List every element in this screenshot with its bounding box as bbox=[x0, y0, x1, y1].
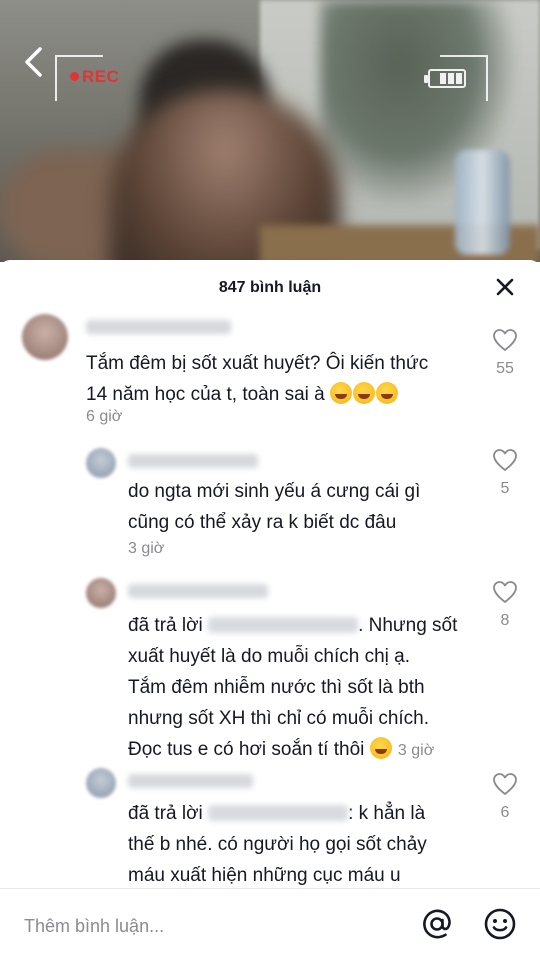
close-icon bbox=[496, 278, 514, 296]
laughing-emoji-icon bbox=[369, 737, 392, 759]
comments-count-title: 847 bình luận bbox=[218, 279, 322, 296]
mentioned-user-blurred[interactable] bbox=[208, 805, 349, 821]
avatar[interactable] bbox=[86, 448, 116, 478]
emoji-button[interactable] bbox=[483, 907, 517, 941]
rofl-emoji-icon bbox=[376, 382, 398, 404]
heart-icon bbox=[493, 449, 517, 471]
like-button[interactable]: 55 bbox=[490, 328, 520, 378]
chevron-left-icon bbox=[25, 47, 42, 77]
like-button[interactable]: 5 bbox=[490, 448, 520, 498]
smiley-icon bbox=[484, 908, 516, 940]
video-background: REC bbox=[0, 0, 540, 262]
username-blurred[interactable] bbox=[128, 774, 253, 788]
at-icon bbox=[423, 909, 451, 939]
comment-line: xuất huyết là do muỗi chích chị ạ. bbox=[128, 646, 410, 667]
comment-item: Tắm đêm bị sốt xuất huyết? Ôi kiến thức … bbox=[0, 308, 540, 438]
like-button[interactable]: 8 bbox=[490, 580, 520, 630]
rec-label: REC bbox=[82, 67, 120, 86]
comment-line: đã trả lời : k hẳn là bbox=[128, 803, 426, 824]
back-button[interactable] bbox=[20, 44, 50, 80]
comment-line: đã trả lời . Nhưng sốt bbox=[128, 615, 458, 636]
avatar[interactable] bbox=[86, 578, 116, 608]
like-count: 5 bbox=[500, 480, 510, 497]
rec-dot-icon bbox=[70, 72, 79, 81]
heart-icon bbox=[493, 329, 517, 351]
comment-time: 3 giờ bbox=[128, 540, 165, 557]
comment-line: Tắm đêm nhiễm nước thì sốt là bth bbox=[128, 677, 425, 698]
comment-line: thế b nhé. có người họ gọi sốt chảy bbox=[128, 834, 427, 855]
comment-text: đã trả lời : k hẳn là thế b nhé. có ngườ… bbox=[128, 798, 488, 891]
comments-sheet: 847 bình luận Tắm đêm bị sốt xuất huyết?… bbox=[0, 260, 540, 960]
username-blurred[interactable] bbox=[128, 454, 258, 468]
avatar[interactable] bbox=[86, 768, 116, 798]
comment-line: máu xuất hiện những cục máu u bbox=[128, 865, 401, 886]
rec-indicator: REC bbox=[70, 67, 119, 87]
comment-input-bar bbox=[0, 888, 540, 960]
comment-text: do ngta mới sinh yếu á cưng cái gì cũng … bbox=[128, 476, 478, 538]
avatar[interactable] bbox=[22, 314, 68, 360]
video-water-bottle bbox=[455, 150, 510, 255]
username-blurred[interactable] bbox=[128, 584, 268, 598]
like-count: 6 bbox=[500, 804, 510, 821]
mention-button[interactable] bbox=[420, 907, 454, 941]
like-button[interactable]: 6 bbox=[490, 772, 520, 822]
comment-time: 6 giờ bbox=[86, 408, 123, 425]
reply-item: do ngta mới sinh yếu á cưng cái gì cũng … bbox=[0, 444, 540, 564]
comment-line: nhưng sốt XH thì chỉ có muỗi chích. bbox=[128, 708, 430, 729]
comment-line: cũng có thể xảy ra k biết dc đâu bbox=[128, 512, 397, 533]
reply-item: đã trả lời : k hẳn là thế b nhé. có ngườ… bbox=[0, 768, 540, 898]
rofl-emoji-icon bbox=[330, 382, 352, 404]
heart-icon bbox=[493, 581, 517, 603]
comment-text: Tắm đêm bị sốt xuất huyết? Ôi kiến thức … bbox=[86, 348, 486, 410]
comment-input[interactable] bbox=[24, 911, 384, 941]
comment-text: đã trả lời . Nhưng sốt xuất huyết là do … bbox=[128, 610, 488, 766]
comment-line: do ngta mới sinh yếu á cưng cái gì bbox=[128, 481, 421, 502]
comment-line: Tắm đêm bị sốt xuất huyết? Ôi kiến thức bbox=[86, 353, 429, 374]
mentioned-user-blurred[interactable] bbox=[208, 617, 359, 633]
username-blurred[interactable] bbox=[86, 320, 231, 334]
comment-line: 14 năm học của t, toàn sai à bbox=[86, 379, 486, 410]
comment-line: Đọc tus e có hơi soắn tí thôi 3 giờ bbox=[128, 737, 435, 760]
reply-item: đã trả lời . Nhưng sốt xuất huyết là do … bbox=[0, 576, 540, 762]
like-count: 8 bbox=[500, 612, 510, 629]
like-count: 55 bbox=[496, 360, 514, 377]
rofl-emoji-icon bbox=[353, 382, 375, 404]
close-button[interactable] bbox=[494, 276, 516, 298]
battery-icon bbox=[424, 69, 466, 88]
heart-icon bbox=[493, 773, 517, 795]
